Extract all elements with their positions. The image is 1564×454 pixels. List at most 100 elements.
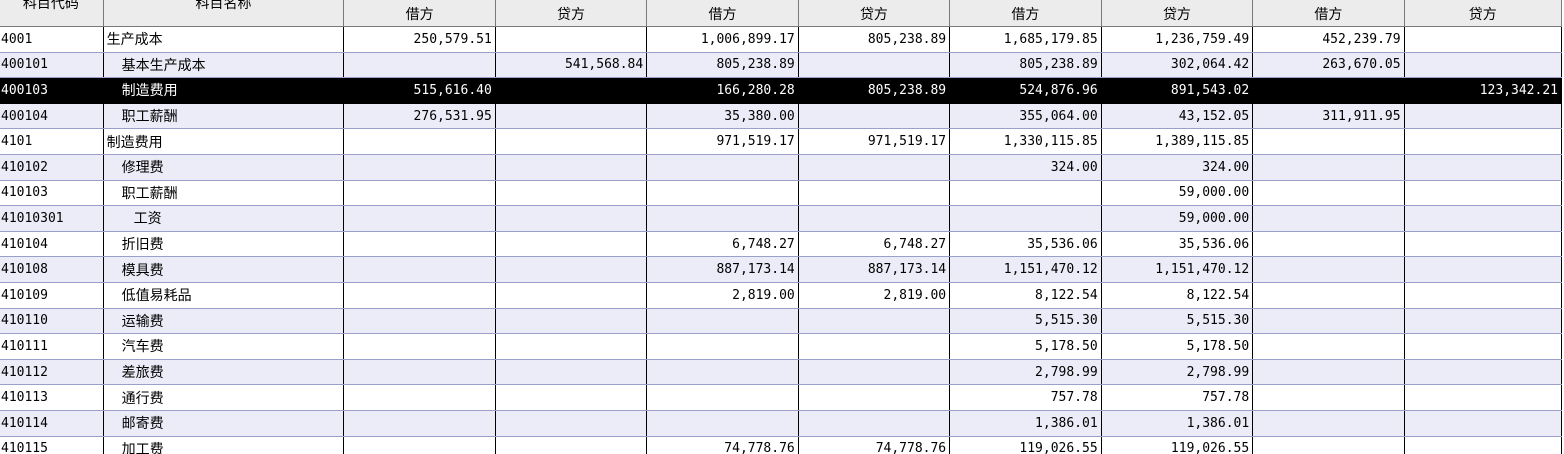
credit-amount-cell[interactable] — [494, 333, 648, 360]
credit-amount-cell[interactable]: 971,519.17 — [797, 128, 951, 155]
credit-amount-cell[interactable]: 119,026.55 — [1100, 436, 1254, 454]
debit-amount-cell[interactable]: 452,239.79 — [1252, 26, 1405, 53]
credit-amount-cell[interactable] — [1403, 410, 1563, 437]
table-row[interactable]: 4001 生产成本 250,579.51 1,006,899.17 805,238.89… — [0, 26, 1563, 53]
account-name-cell[interactable]: 差旅费 — [102, 359, 345, 386]
debit-amount-cell[interactable]: 74,778.76 — [646, 436, 799, 454]
account-code-cell[interactable]: 410114 — [0, 410, 104, 437]
table-row[interactable]: 410115 加工费 74,778.76 74,778.76 119,026.55 119… — [0, 436, 1563, 454]
debit-amount-cell[interactable]: 887,173.14 — [646, 256, 799, 283]
debit-amount-cell[interactable]: 355,064.00 — [949, 103, 1102, 130]
credit-amount-cell[interactable]: 1,151,470.12 — [1100, 256, 1254, 283]
debit-amount-cell[interactable] — [1252, 154, 1405, 181]
credit-amount-cell[interactable]: 59,000.00 — [1100, 205, 1254, 232]
debit-amount-cell[interactable]: 515,616.40 — [343, 77, 496, 104]
account-name-cell[interactable]: 通行费 — [102, 384, 345, 411]
credit-amount-cell[interactable] — [797, 52, 951, 79]
credit-amount-cell[interactable] — [1403, 333, 1563, 360]
credit-amount-cell[interactable] — [1403, 154, 1563, 181]
debit-amount-cell[interactable] — [949, 205, 1102, 232]
credit-amount-cell[interactable]: 302,064.42 — [1100, 52, 1254, 79]
debit-amount-cell[interactable]: 524,876.96 — [949, 77, 1102, 104]
account-name-cell[interactable]: 生产成本 — [102, 26, 345, 53]
debit-amount-cell[interactable] — [343, 384, 496, 411]
debit-amount-cell[interactable] — [343, 308, 496, 335]
credit-amount-cell[interactable] — [494, 77, 648, 104]
credit-amount-cell[interactable] — [1403, 436, 1563, 454]
debit-amount-cell[interactable] — [1252, 359, 1405, 386]
table-row[interactable]: 410103 职工薪酬 59,000.00 — [0, 180, 1563, 207]
credit-amount-cell[interactable] — [494, 180, 648, 207]
debit-amount-cell[interactable] — [343, 333, 496, 360]
header-debit[interactable]: 借方 — [949, 0, 1102, 27]
header-debit[interactable]: 借方 — [343, 0, 496, 27]
account-name-cell[interactable]: 修理费 — [102, 154, 345, 181]
table-row[interactable]: 400103 制造费用 515,616.40 166,280.28 805,238.89… — [0, 77, 1563, 104]
debit-amount-cell[interactable] — [646, 359, 799, 386]
table-row[interactable]: 400101 基本生产成本 541,568.84 805,238.89 805,238.… — [0, 52, 1563, 79]
account-name-cell[interactable]: 制造费用 — [102, 128, 345, 155]
account-name-cell[interactable]: 汽车费 — [102, 333, 345, 360]
credit-amount-cell[interactable]: 2,819.00 — [797, 282, 951, 309]
header-credit[interactable]: 贷方 — [1403, 0, 1563, 27]
credit-amount-cell[interactable]: 1,236,759.49 — [1100, 26, 1254, 53]
account-code-cell[interactable]: 410103 — [0, 180, 104, 207]
debit-amount-cell[interactable] — [646, 410, 799, 437]
debit-amount-cell[interactable]: 5,178.50 — [949, 333, 1102, 360]
account-code-cell[interactable]: 4101 — [0, 128, 104, 155]
header-debit[interactable]: 借方 — [646, 0, 799, 27]
debit-amount-cell[interactable] — [646, 180, 799, 207]
table-row[interactable]: 410102 修理费 324.00 324.00 — [0, 154, 1563, 181]
debit-amount-cell[interactable]: 166,280.28 — [646, 77, 799, 104]
header-account-code[interactable]: 科目代码 — [0, 0, 104, 27]
credit-amount-cell[interactable] — [1403, 359, 1563, 386]
debit-amount-cell[interactable] — [1252, 256, 1405, 283]
debit-amount-cell[interactable]: 119,026.55 — [949, 436, 1102, 454]
account-name-cell[interactable]: 制造费用 — [102, 77, 345, 104]
credit-amount-cell[interactable] — [797, 333, 951, 360]
credit-amount-cell[interactable] — [494, 26, 648, 53]
account-code-cell[interactable]: 400103 — [0, 77, 104, 104]
account-code-cell[interactable]: 410102 — [0, 154, 104, 181]
credit-amount-cell[interactable]: 805,238.89 — [797, 26, 951, 53]
table-row[interactable]: 410109 低值易耗品 2,819.00 2,819.00 8,122.54 8,122… — [0, 282, 1563, 309]
debit-amount-cell[interactable] — [1252, 205, 1405, 232]
credit-amount-cell[interactable] — [797, 205, 951, 232]
debit-amount-cell[interactable]: 8,122.54 — [949, 282, 1102, 309]
debit-amount-cell[interactable] — [343, 231, 496, 258]
debit-amount-cell[interactable] — [1252, 231, 1405, 258]
table-row[interactable]: 410110 运输费 5,515.30 5,515.30 — [0, 308, 1563, 335]
credit-amount-cell[interactable] — [494, 384, 648, 411]
header-credit[interactable]: 贷方 — [797, 0, 951, 27]
credit-amount-cell[interactable] — [1403, 384, 1563, 411]
debit-amount-cell[interactable] — [646, 333, 799, 360]
account-code-cell[interactable]: 410110 — [0, 308, 104, 335]
credit-amount-cell[interactable] — [797, 103, 951, 130]
credit-amount-cell[interactable] — [1403, 256, 1563, 283]
header-credit[interactable]: 贷方 — [1100, 0, 1254, 27]
credit-amount-cell[interactable] — [797, 410, 951, 437]
credit-amount-cell[interactable]: 35,536.06 — [1100, 231, 1254, 258]
debit-amount-cell[interactable] — [343, 410, 496, 437]
credit-amount-cell[interactable]: 43,152.05 — [1100, 103, 1254, 130]
debit-amount-cell[interactable] — [646, 154, 799, 181]
account-name-cell[interactable]: 低值易耗品 — [102, 282, 345, 309]
debit-amount-cell[interactable]: 805,238.89 — [646, 52, 799, 79]
debit-amount-cell[interactable] — [343, 282, 496, 309]
debit-amount-cell[interactable]: 276,531.95 — [343, 103, 496, 130]
credit-amount-cell[interactable] — [1403, 52, 1563, 79]
debit-amount-cell[interactable] — [1252, 308, 1405, 335]
account-code-cell[interactable]: 400101 — [0, 52, 104, 79]
account-name-cell[interactable]: 邮寄费 — [102, 410, 345, 437]
credit-amount-cell[interactable] — [797, 359, 951, 386]
debit-amount-cell[interactable]: 5,515.30 — [949, 308, 1102, 335]
credit-amount-cell[interactable]: 74,778.76 — [797, 436, 951, 454]
account-name-cell[interactable]: 基本生产成本 — [102, 52, 345, 79]
debit-amount-cell[interactable]: 757.78 — [949, 384, 1102, 411]
account-name-cell[interactable]: 工资 — [102, 205, 345, 232]
debit-amount-cell[interactable] — [343, 128, 496, 155]
table-row[interactable]: 400104 职工薪酬 276,531.95 35,380.00 355,064.00 4… — [0, 103, 1563, 130]
table-row[interactable]: 410113 通行费 757.78 757.78 — [0, 384, 1563, 411]
debit-amount-cell[interactable]: 324.00 — [949, 154, 1102, 181]
debit-amount-cell[interactable]: 1,685,179.85 — [949, 26, 1102, 53]
